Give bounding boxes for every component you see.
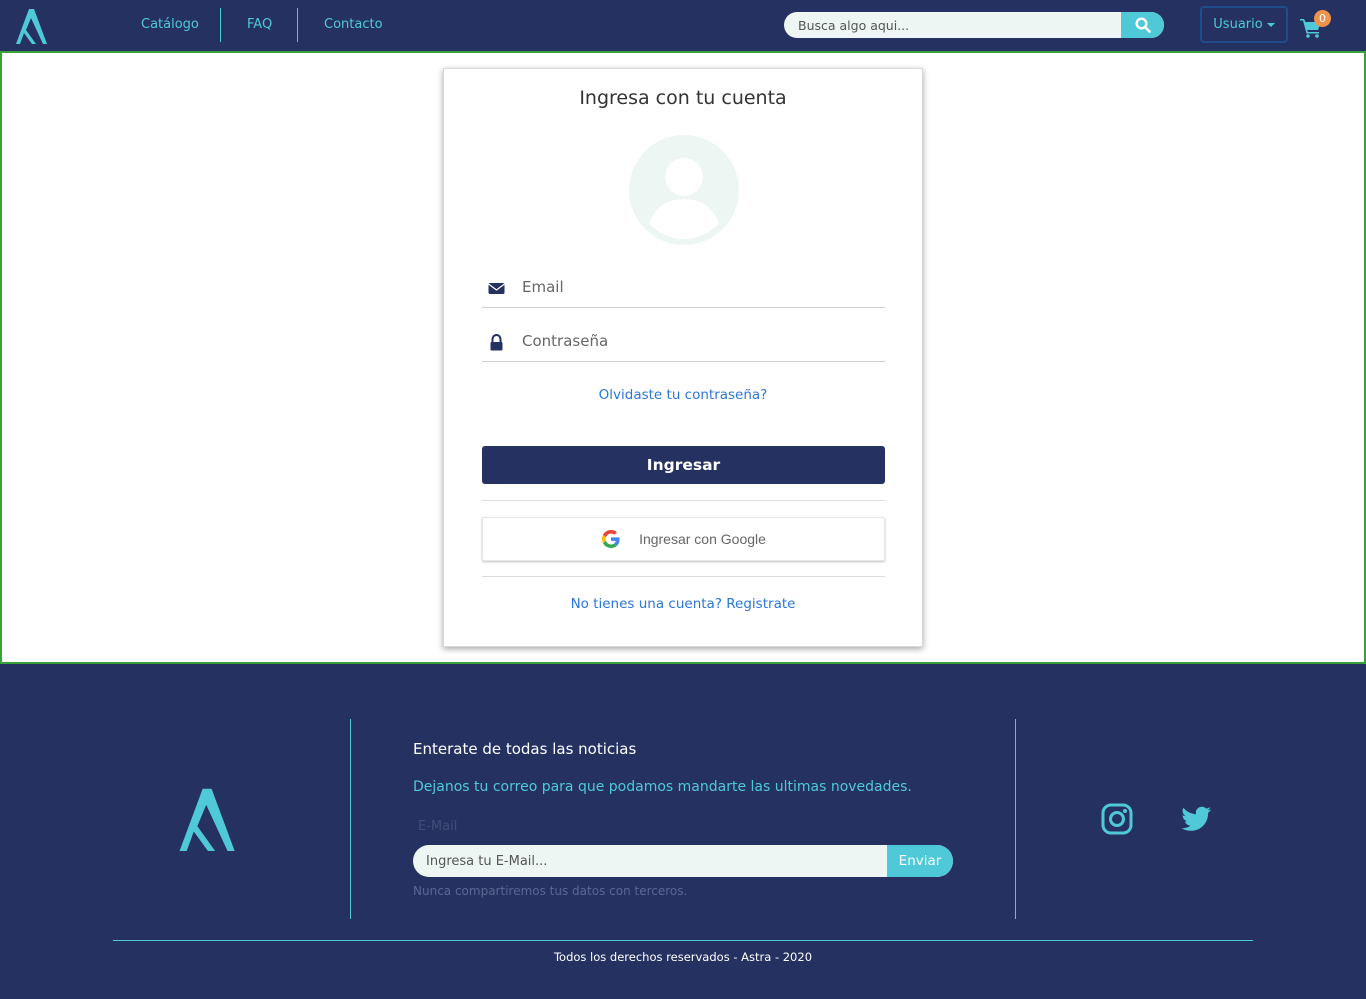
password-field-wrapper bbox=[482, 322, 885, 362]
login-title: Ingresa con tu cuenta bbox=[579, 87, 787, 109]
email-input[interactable] bbox=[522, 272, 882, 302]
caret-down-icon bbox=[1266, 22, 1275, 27]
newsletter-help-text: Nunca compartiremos tus datos con tercer… bbox=[413, 884, 688, 898]
newsletter-form: Enviar bbox=[413, 845, 953, 877]
twitter-icon[interactable] bbox=[1180, 803, 1212, 835]
newsletter-email-label: E-Mail bbox=[418, 819, 458, 834]
envelope-icon bbox=[488, 283, 505, 294]
nav-divider bbox=[220, 8, 221, 42]
search-bar bbox=[784, 12, 1164, 38]
user-dropdown-label: Usuario bbox=[1213, 17, 1263, 32]
newsletter-description: Dejanos tu correo para que podamos manda… bbox=[413, 779, 912, 795]
nav-link-catalogo[interactable]: Catálogo bbox=[141, 0, 199, 50]
nav-divider bbox=[297, 8, 298, 42]
astra-logo[interactable] bbox=[14, 6, 50, 46]
nav-link-faq[interactable]: FAQ bbox=[247, 0, 272, 50]
user-avatar-icon bbox=[629, 135, 739, 245]
register-link[interactable]: No tienes una cuenta? Registrate bbox=[444, 596, 922, 612]
instagram-icon[interactable] bbox=[1101, 803, 1133, 835]
google-signin-button[interactable]: Ingresar con Google bbox=[482, 517, 885, 561]
newsletter-email-input[interactable] bbox=[413, 845, 887, 877]
footer-divider bbox=[350, 719, 351, 919]
astra-logo bbox=[179, 788, 235, 851]
site-footer: Enterate de todas las noticias Dejanos t… bbox=[0, 664, 1366, 999]
user-dropdown-button[interactable]: Usuario bbox=[1200, 6, 1288, 43]
email-field-wrapper bbox=[482, 268, 885, 308]
login-card: Ingresa con tu cuenta Olvidaste tu contr… bbox=[443, 68, 923, 647]
footer-divider-horizontal bbox=[113, 940, 1253, 941]
footer-divider bbox=[1015, 719, 1016, 919]
lock-icon bbox=[490, 334, 503, 351]
password-input[interactable] bbox=[522, 326, 882, 356]
search-button[interactable] bbox=[1121, 12, 1164, 38]
search-input[interactable] bbox=[784, 12, 1121, 38]
google-icon bbox=[602, 530, 620, 548]
cart-count-badge: 0 bbox=[1314, 10, 1331, 27]
login-submit-label: Ingresar bbox=[646, 456, 721, 474]
login-submit-button[interactable]: Ingresar bbox=[482, 446, 885, 484]
copyright-text: Todos los derechos reservados - Astra - … bbox=[553, 950, 813, 964]
top-navbar: Catálogo FAQ Contacto Usuario 0 bbox=[0, 0, 1366, 52]
divider bbox=[482, 576, 885, 577]
newsletter-send-button[interactable]: Enviar bbox=[887, 845, 953, 877]
nav-link-contacto[interactable]: Contacto bbox=[324, 0, 383, 50]
search-icon bbox=[1134, 17, 1151, 33]
google-signin-label: Ingresar con Google bbox=[639, 531, 766, 547]
divider bbox=[482, 500, 885, 501]
forgot-password-link[interactable]: Olvidaste tu contraseña? bbox=[444, 387, 922, 403]
newsletter-title: Enterate de todas las noticias bbox=[413, 740, 637, 758]
